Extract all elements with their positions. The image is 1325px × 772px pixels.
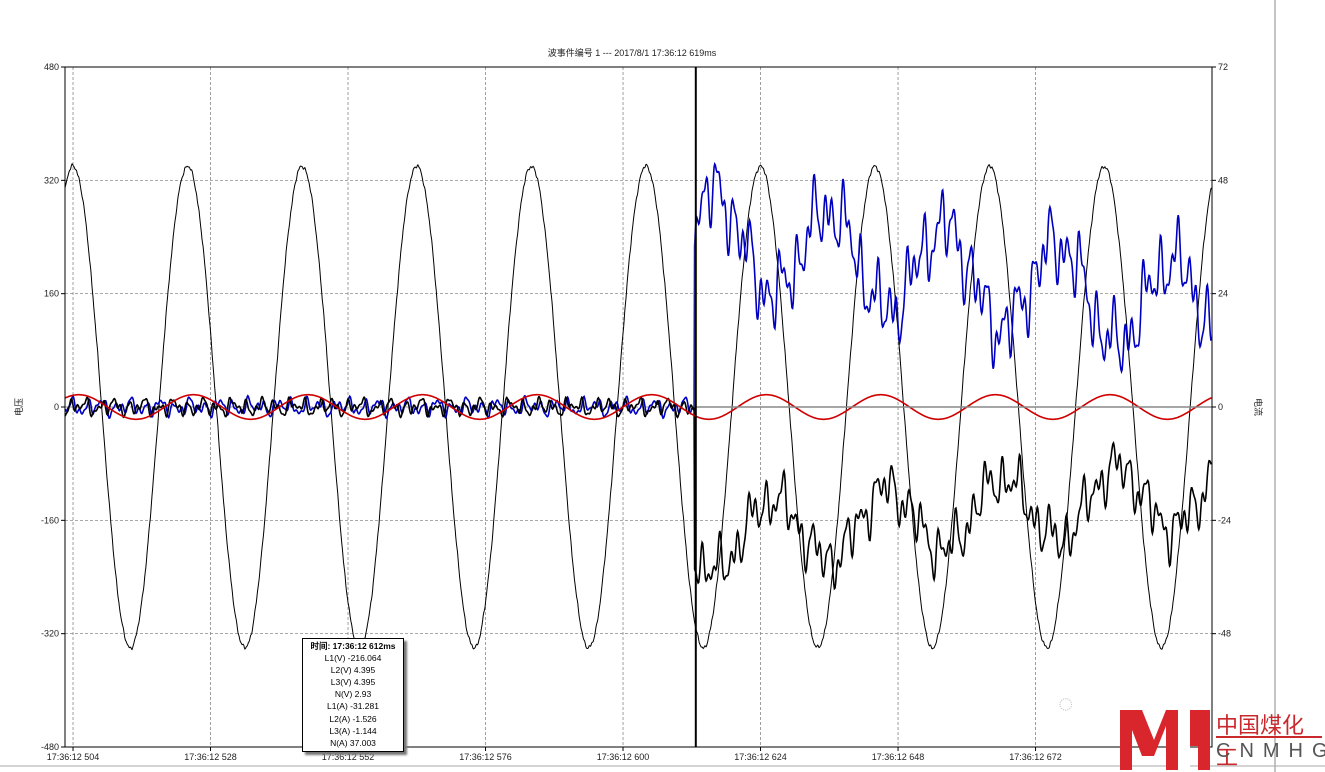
tooltip-row: L2(V) 4.395 <box>330 665 376 676</box>
x-tick-label: 17:36:12 600 <box>597 752 650 762</box>
y-axis-label-left: 电压 <box>13 398 24 416</box>
cnmhg-logo: 中国煤化工 CNMHG <box>1118 703 1325 772</box>
tooltip-row: L3(A) -1.144 <box>329 725 377 736</box>
y-tick-label-right: 72 <box>1218 62 1228 72</box>
y-tick-label-left: -160 <box>41 515 59 525</box>
x-tick-label: 17:36:12 648 <box>872 752 925 762</box>
series-na <box>64 161 1212 420</box>
x-tick-label: 17:36:12 576 <box>459 752 512 762</box>
chart-title: 波事件编号 1 --- 2017/8/1 17:36:12 619ms <box>548 47 717 58</box>
x-tick-label: 17:36:12 528 <box>184 752 237 762</box>
x-tick-label: 17:36:12 504 <box>47 752 100 762</box>
y-tick-label-left: 160 <box>44 289 59 299</box>
y-tick-label-right: -24 <box>1218 515 1231 525</box>
tooltip-row: L1(A) -31.281 <box>327 701 379 712</box>
y-tick-label-left: 320 <box>44 175 59 185</box>
series-l1a <box>64 395 1213 591</box>
x-tick-label: 17:36:12 552 <box>322 752 375 762</box>
cursor-tooltip: 时间: 17:36:12 612ms L1(V) -216.064 L2(V) … <box>302 638 404 752</box>
y-tick-label-right: 0 <box>1218 402 1223 412</box>
tooltip-time: 时间: 17:36:12 612ms <box>310 641 396 651</box>
y-tick-label-right: 48 <box>1218 175 1228 185</box>
x-tick-label: 17:36:12 672 <box>1009 752 1062 762</box>
y-tick-label-left: -320 <box>41 629 59 639</box>
y-tick-label-left: -480 <box>41 742 59 752</box>
y-axis-label-right: 电流 <box>1253 398 1264 416</box>
wechat-watermark: ◌ <box>1058 688 1080 718</box>
waveform-chart: 480 320 160 0 -160 -320 -480 72 48 24 0 -24 -48 17:36… <box>0 0 1325 772</box>
tooltip-row: L2(A) -1.526 <box>329 713 377 724</box>
y-tick-label-right: -48 <box>1218 629 1231 639</box>
tooltip-row: L1(V) -216.064 <box>324 653 382 664</box>
tooltip-row: L3(V) 4.395 <box>330 677 376 688</box>
y-tick-label-left: 0 <box>54 402 59 412</box>
tooltip-row: N(V) 2.93 <box>334 689 372 700</box>
mh-logo-icon <box>1120 710 1210 770</box>
y-tick-label-left: 480 <box>44 62 59 72</box>
tooltip-row: N(A) 37.003 <box>330 737 376 748</box>
logo-english: CNMHG <box>1216 740 1325 762</box>
x-tick-label: 17:36:12 624 <box>734 752 787 762</box>
y-tick-label-right: 24 <box>1218 289 1228 299</box>
logo-divider <box>1216 736 1322 738</box>
